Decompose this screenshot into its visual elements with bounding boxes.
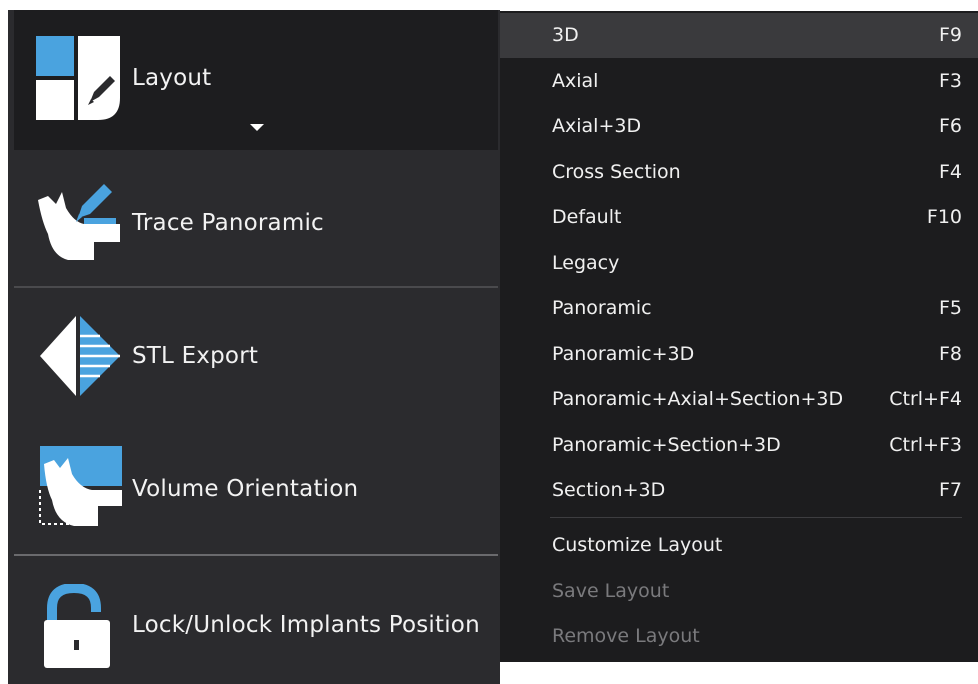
menu-item-shortcut: F5 bbox=[938, 297, 962, 319]
menu-item-label: Legacy bbox=[552, 252, 620, 274]
menu-item-label: Panoramic+Axial+Section+3D bbox=[552, 388, 844, 410]
menu-item-panoramic-axial-section-3d[interactable]: Panoramic+Axial+Section+3D Ctrl+F4 bbox=[500, 377, 978, 422]
jaw-orientation-icon bbox=[36, 444, 126, 532]
menu-separator bbox=[550, 517, 962, 518]
menu-item-shortcut: Ctrl+F3 bbox=[889, 434, 962, 456]
menu-item-label: Customize Layout bbox=[552, 534, 723, 556]
menu-item-label: Panoramic bbox=[552, 297, 652, 319]
stl-export-button[interactable]: STL Export bbox=[14, 288, 498, 422]
layout-edit-icon bbox=[36, 36, 122, 126]
trace-panoramic-label: Trace Panoramic bbox=[132, 210, 324, 236]
save-layout-item[interactable]: Save Layout bbox=[500, 569, 978, 614]
menu-item-legacy[interactable]: Legacy bbox=[500, 241, 978, 286]
volume-orientation-button[interactable]: Volume Orientation bbox=[14, 422, 498, 552]
menu-item-default[interactable]: Default F10 bbox=[500, 195, 978, 240]
customize-layout-item[interactable]: Customize Layout bbox=[500, 523, 978, 568]
menu-item-label: Axial bbox=[552, 70, 599, 92]
caret-down-icon[interactable] bbox=[250, 124, 264, 131]
menu-item-label: 3D bbox=[552, 24, 579, 46]
menu-item-label: Cross Section bbox=[552, 161, 681, 183]
menu-item-shortcut: F4 bbox=[938, 161, 962, 183]
menu-item-shortcut: F3 bbox=[938, 70, 962, 92]
menu-item-panoramic-3d[interactable]: Panoramic+3D F8 bbox=[500, 332, 978, 377]
menu-item-shortcut: F6 bbox=[938, 115, 962, 137]
trace-panoramic-button[interactable]: Trace Panoramic bbox=[14, 152, 498, 286]
menu-item-axial-3d[interactable]: Axial+3D F6 bbox=[500, 104, 978, 149]
tool-panel: Layout Trace Panoramic STL Export Volume… bbox=[8, 10, 500, 684]
menu-item-shortcut: Ctrl+F4 bbox=[889, 388, 962, 410]
menu-item-label: Panoramic+3D bbox=[552, 343, 695, 365]
menu-item-panoramic-section-3d[interactable]: Panoramic+Section+3D Ctrl+F3 bbox=[500, 423, 978, 468]
layout-label: Layout bbox=[132, 65, 212, 91]
remove-layout-item[interactable]: Remove Layout bbox=[500, 614, 978, 659]
menu-item-axial[interactable]: Axial F3 bbox=[500, 59, 978, 104]
menu-item-label: Remove Layout bbox=[552, 625, 700, 647]
menu-item-label: Save Layout bbox=[552, 580, 670, 602]
menu-item-cross-section[interactable]: Cross Section F4 bbox=[500, 150, 978, 195]
padlock-open-icon bbox=[42, 582, 112, 674]
lock-unlock-label: Lock/Unlock Implants Position bbox=[132, 612, 480, 638]
stl-prism-icon bbox=[36, 316, 122, 400]
menu-item-label: Panoramic+Section+3D bbox=[552, 434, 781, 456]
jaw-pen-icon bbox=[34, 182, 124, 266]
menu-item-section-3d[interactable]: Section+3D F7 bbox=[500, 468, 978, 513]
menu-item-shortcut: F10 bbox=[926, 206, 962, 228]
volume-orientation-label: Volume Orientation bbox=[132, 476, 359, 502]
stl-export-label: STL Export bbox=[132, 343, 259, 369]
menu-item-label: Axial+3D bbox=[552, 115, 642, 137]
layout-button[interactable]: Layout bbox=[14, 10, 498, 150]
menu-item-panoramic[interactable]: Panoramic F5 bbox=[500, 286, 978, 331]
menu-item-shortcut: F7 bbox=[938, 479, 962, 501]
menu-item-label: Section+3D bbox=[552, 479, 666, 501]
menu-item-shortcut: F9 bbox=[938, 24, 962, 46]
layout-dropdown-menu: 3D F9 Axial F3 Axial+3D F6 Cross Section… bbox=[500, 11, 978, 662]
menu-item-3d[interactable]: 3D F9 bbox=[500, 13, 978, 58]
menu-item-shortcut: F8 bbox=[938, 343, 962, 365]
lock-unlock-implants-button[interactable]: Lock/Unlock Implants Position bbox=[14, 556, 498, 684]
menu-item-label: Default bbox=[552, 206, 622, 228]
